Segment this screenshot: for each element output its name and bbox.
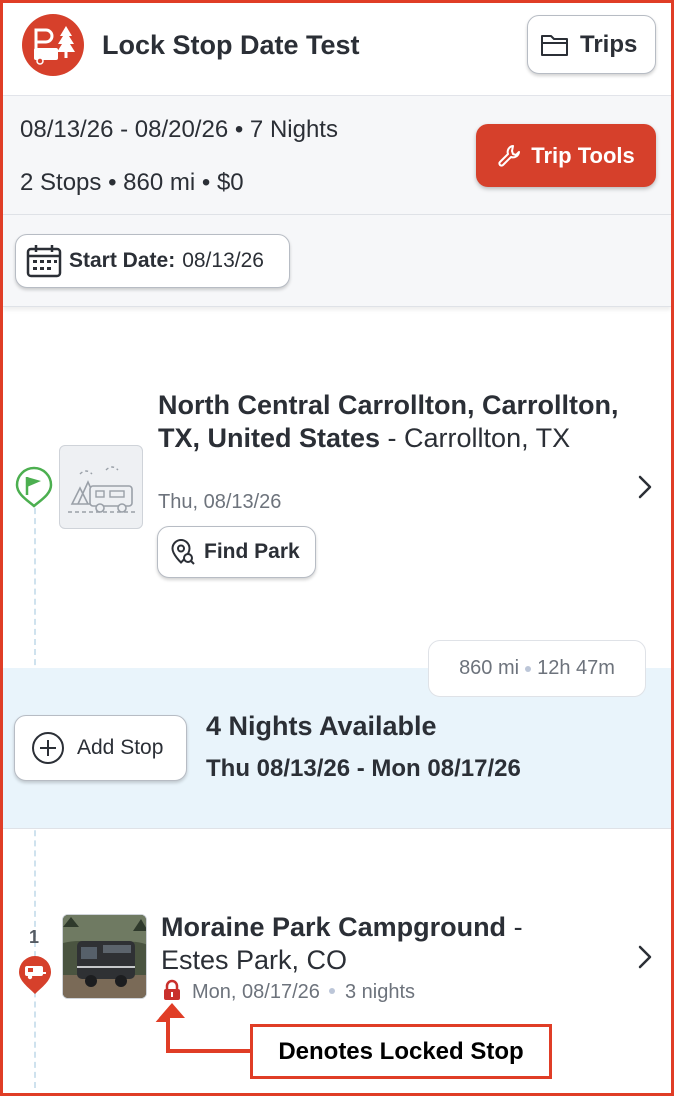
stop-thumbnail-placeholder[interactable] [59,445,143,529]
trip-summary: 08/13/26 - 08/20/26 • 7 Nights 2 Stops •… [3,96,671,307]
locked-stop-callout: Denotes Locked Stop [250,1024,552,1079]
nights-available-range: Thu 08/13/26 - Mon 08/17/26 [206,755,521,782]
calendar-icon [26,245,62,278]
add-stop-button[interactable]: Add Stop [14,715,187,781]
stop-city: Estes Park, CO [161,945,348,975]
trip-tools-button[interactable]: Trip Tools [476,124,656,187]
stop-number: 1 [29,927,40,947]
trip-dates-line: 08/13/26 - 08/20/26 • 7 Nights [20,116,338,143]
location-search-icon [171,538,195,565]
separator-dot [525,665,532,672]
stop-name-start[interactable]: North Central Carrollton, Carrollton, TX… [158,389,628,455]
trip-cost: $0 [216,169,244,196]
chevron-right-icon[interactable] [637,474,653,500]
start-date-label: Start Date: [69,249,176,272]
campground-photo[interactable] [62,914,147,999]
app-header: Lock Stop Date Test Trips [3,0,671,96]
stop-date: Thu, 08/13/26 [158,491,282,513]
annotation-arrow [155,1003,250,1053]
drive-distance: 860 mi [459,657,520,679]
trips-label: Trips [580,30,638,58]
stop-city: Carrollton, TX [404,423,571,453]
app-logo[interactable] [22,14,84,76]
summary-divider [3,214,671,215]
add-circle-icon [32,732,64,764]
night-count: 7 Nights [249,116,338,143]
trip-tools-label: Trip Tools [531,142,635,168]
drive-duration: 12h 47m [537,657,615,679]
chevron-right-icon[interactable] [637,944,653,970]
start-date-value: 08/13/26 [182,249,264,272]
date-range: 08/13/26 - 08/20/26 [20,116,229,143]
drive-info-pill: 860 mi 12h 47m [428,640,646,697]
nights-available-title: 4 Nights Available [206,711,437,741]
trip-title: Lock Stop Date Test [102,30,360,60]
trip-stats-line: 2 Stops • 860 mi • $0 [20,169,244,196]
stop-count: 2 Stops [20,169,102,196]
add-stop-label: Add Stop [77,736,164,759]
stop-title: Moraine Park Campground [161,912,507,942]
trips-button[interactable]: Trips [527,15,656,74]
camper-placeholder-icon [68,466,136,513]
start-flag-pin-icon [14,466,54,513]
find-park-label: Find Park [204,540,300,563]
wrench-icon [498,144,521,167]
stop-nights: 3 nights [345,981,416,1003]
trip-distance: 860 mi [123,169,196,196]
rv-pin-icon [16,954,54,1003]
folder-icon [541,34,568,56]
start-date-button[interactable]: Start Date: 08/13/26 [15,234,290,288]
separator-dot [329,988,336,995]
stop-name-1[interactable]: Moraine Park Campground - Estes Park, CO [161,911,631,977]
find-park-button[interactable]: Find Park [157,526,316,578]
